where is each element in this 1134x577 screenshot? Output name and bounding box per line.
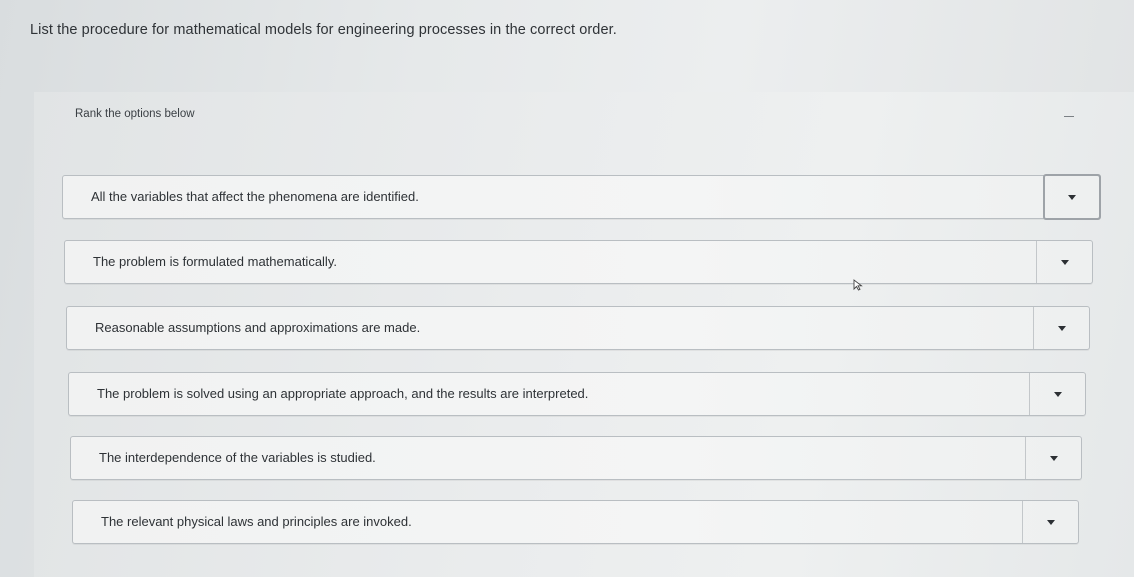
minus-icon[interactable] xyxy=(1064,116,1074,117)
rank-item-label: The problem is formulated mathematically… xyxy=(93,254,337,269)
caret-down-icon xyxy=(1049,456,1058,461)
rank-item-3[interactable]: Reasonable assumptions and approximation… xyxy=(66,306,1090,350)
rank-item-2[interactable]: The problem is formulated mathematically… xyxy=(64,240,1093,284)
caret-down-icon xyxy=(1068,195,1076,200)
caret-down-icon xyxy=(1053,392,1062,397)
rank-item-label: The interdependence of the variables is … xyxy=(99,450,376,465)
rank-item-1[interactable]: All the variables that affect the phenom… xyxy=(62,174,1101,220)
question-prompt: List the procedure for mathematical mode… xyxy=(30,22,617,38)
caret-down-icon xyxy=(1057,326,1066,331)
rank-dropdown-6[interactable] xyxy=(1022,501,1078,543)
rank-dropdown-3[interactable] xyxy=(1033,307,1089,349)
rank-dropdown-5[interactable] xyxy=(1025,437,1081,479)
rank-item-4[interactable]: The problem is solved using an appropria… xyxy=(68,372,1086,416)
rank-item-6[interactable]: The relevant physical laws and principle… xyxy=(72,500,1079,544)
rank-dropdown-4[interactable] xyxy=(1029,373,1085,415)
rank-item-label: The relevant physical laws and principle… xyxy=(101,514,412,529)
rank-item-label: Reasonable assumptions and approximation… xyxy=(95,320,421,335)
rank-dropdown-2[interactable] xyxy=(1036,241,1092,283)
rank-instruction: Rank the options below xyxy=(75,108,195,120)
rank-item-5[interactable]: The interdependence of the variables is … xyxy=(70,436,1082,480)
mouse-pointer-icon xyxy=(853,279,863,291)
caret-down-icon xyxy=(1060,260,1069,265)
rank-dropdown-1[interactable] xyxy=(1043,174,1101,220)
caret-down-icon xyxy=(1046,520,1055,525)
rank-item-label: The problem is solved using an appropria… xyxy=(97,386,589,401)
rank-item-label: All the variables that affect the phenom… xyxy=(91,189,419,204)
